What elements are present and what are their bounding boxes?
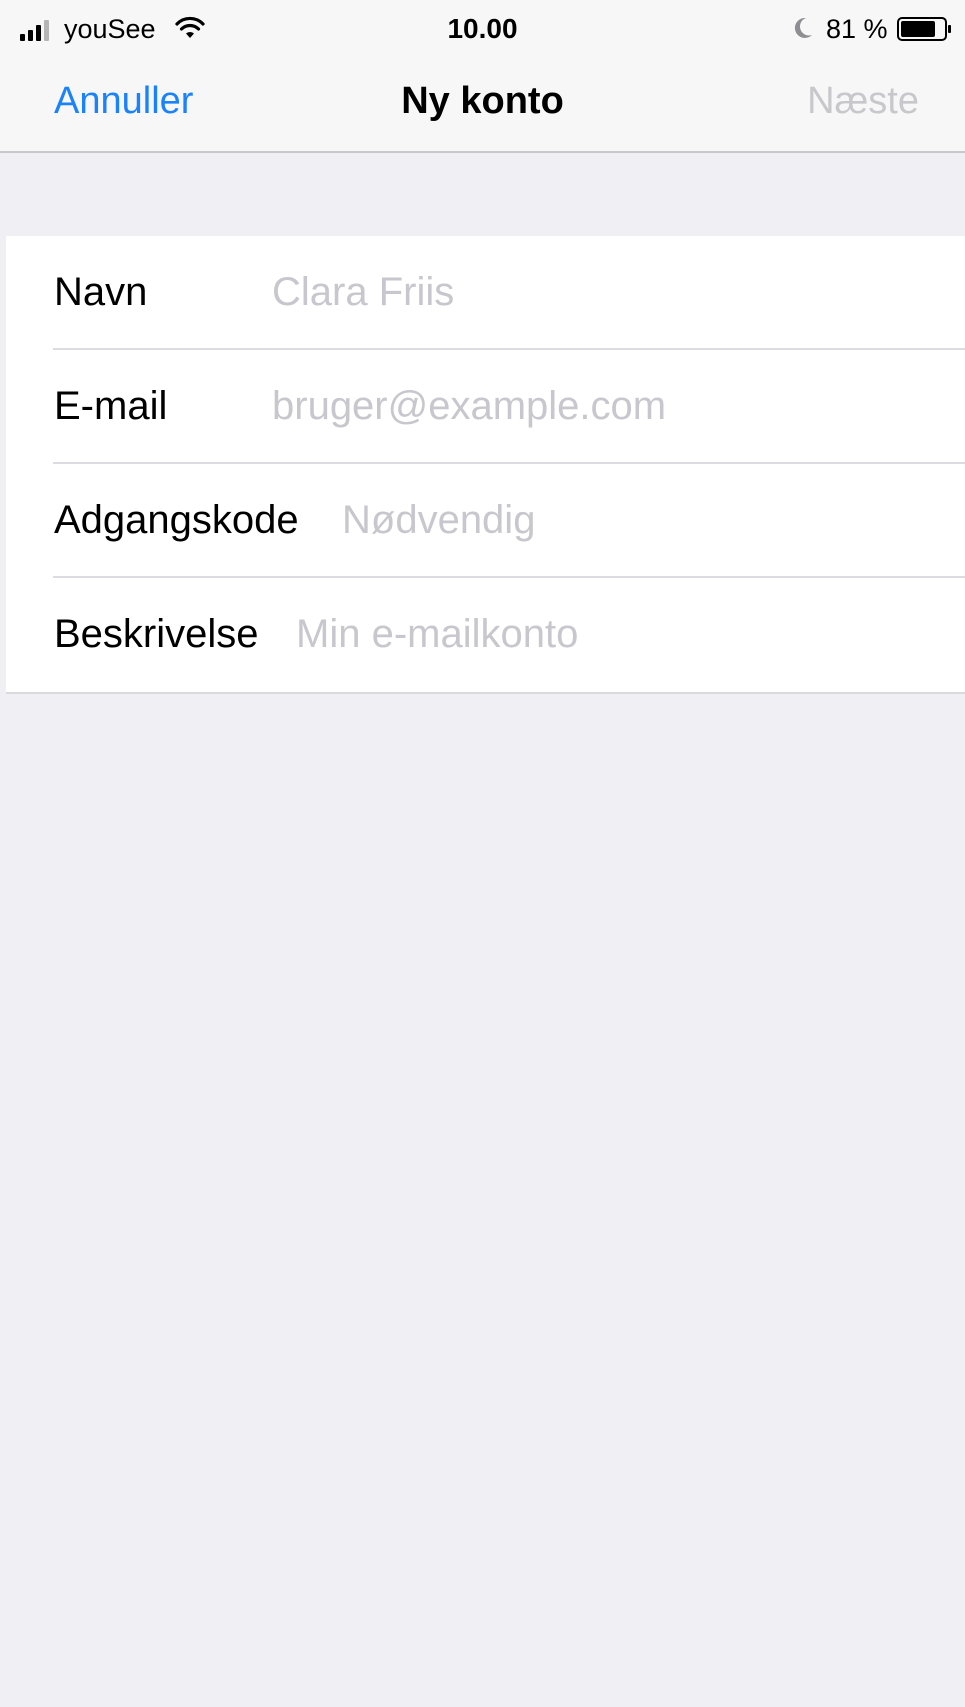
status-bar: youSee 10.00 81 % bbox=[0, 0, 965, 56]
navigation-bar: Annuller Ny konto Næste bbox=[0, 56, 965, 153]
status-time: 10.00 bbox=[447, 13, 518, 44]
moon-icon bbox=[794, 17, 812, 38]
form-row-name: Navn bbox=[6, 236, 965, 350]
email-field[interactable] bbox=[272, 378, 945, 434]
name-field[interactable] bbox=[272, 264, 945, 320]
next-button[interactable]: Næste bbox=[807, 78, 919, 124]
name-label: Navn bbox=[54, 270, 148, 314]
form-row-description: Beskrivelse bbox=[6, 578, 965, 692]
new-account-screen: youSee 10.00 81 % Annuller Ny konto Næst… bbox=[0, 0, 965, 1707]
description-label: Beskrivelse bbox=[54, 612, 259, 656]
battery-icon bbox=[897, 17, 951, 41]
form-row-email: E-mail bbox=[6, 350, 965, 464]
form-row-password: Adgangskode bbox=[6, 464, 965, 578]
battery-percentage: 81 % bbox=[826, 14, 888, 44]
email-label: E-mail bbox=[54, 384, 168, 428]
password-label: Adgangskode bbox=[54, 498, 299, 542]
description-field[interactable] bbox=[296, 606, 945, 662]
password-field[interactable] bbox=[342, 492, 945, 548]
account-form: Navn E-mail Adgangskode Beskrivelse bbox=[6, 236, 965, 694]
